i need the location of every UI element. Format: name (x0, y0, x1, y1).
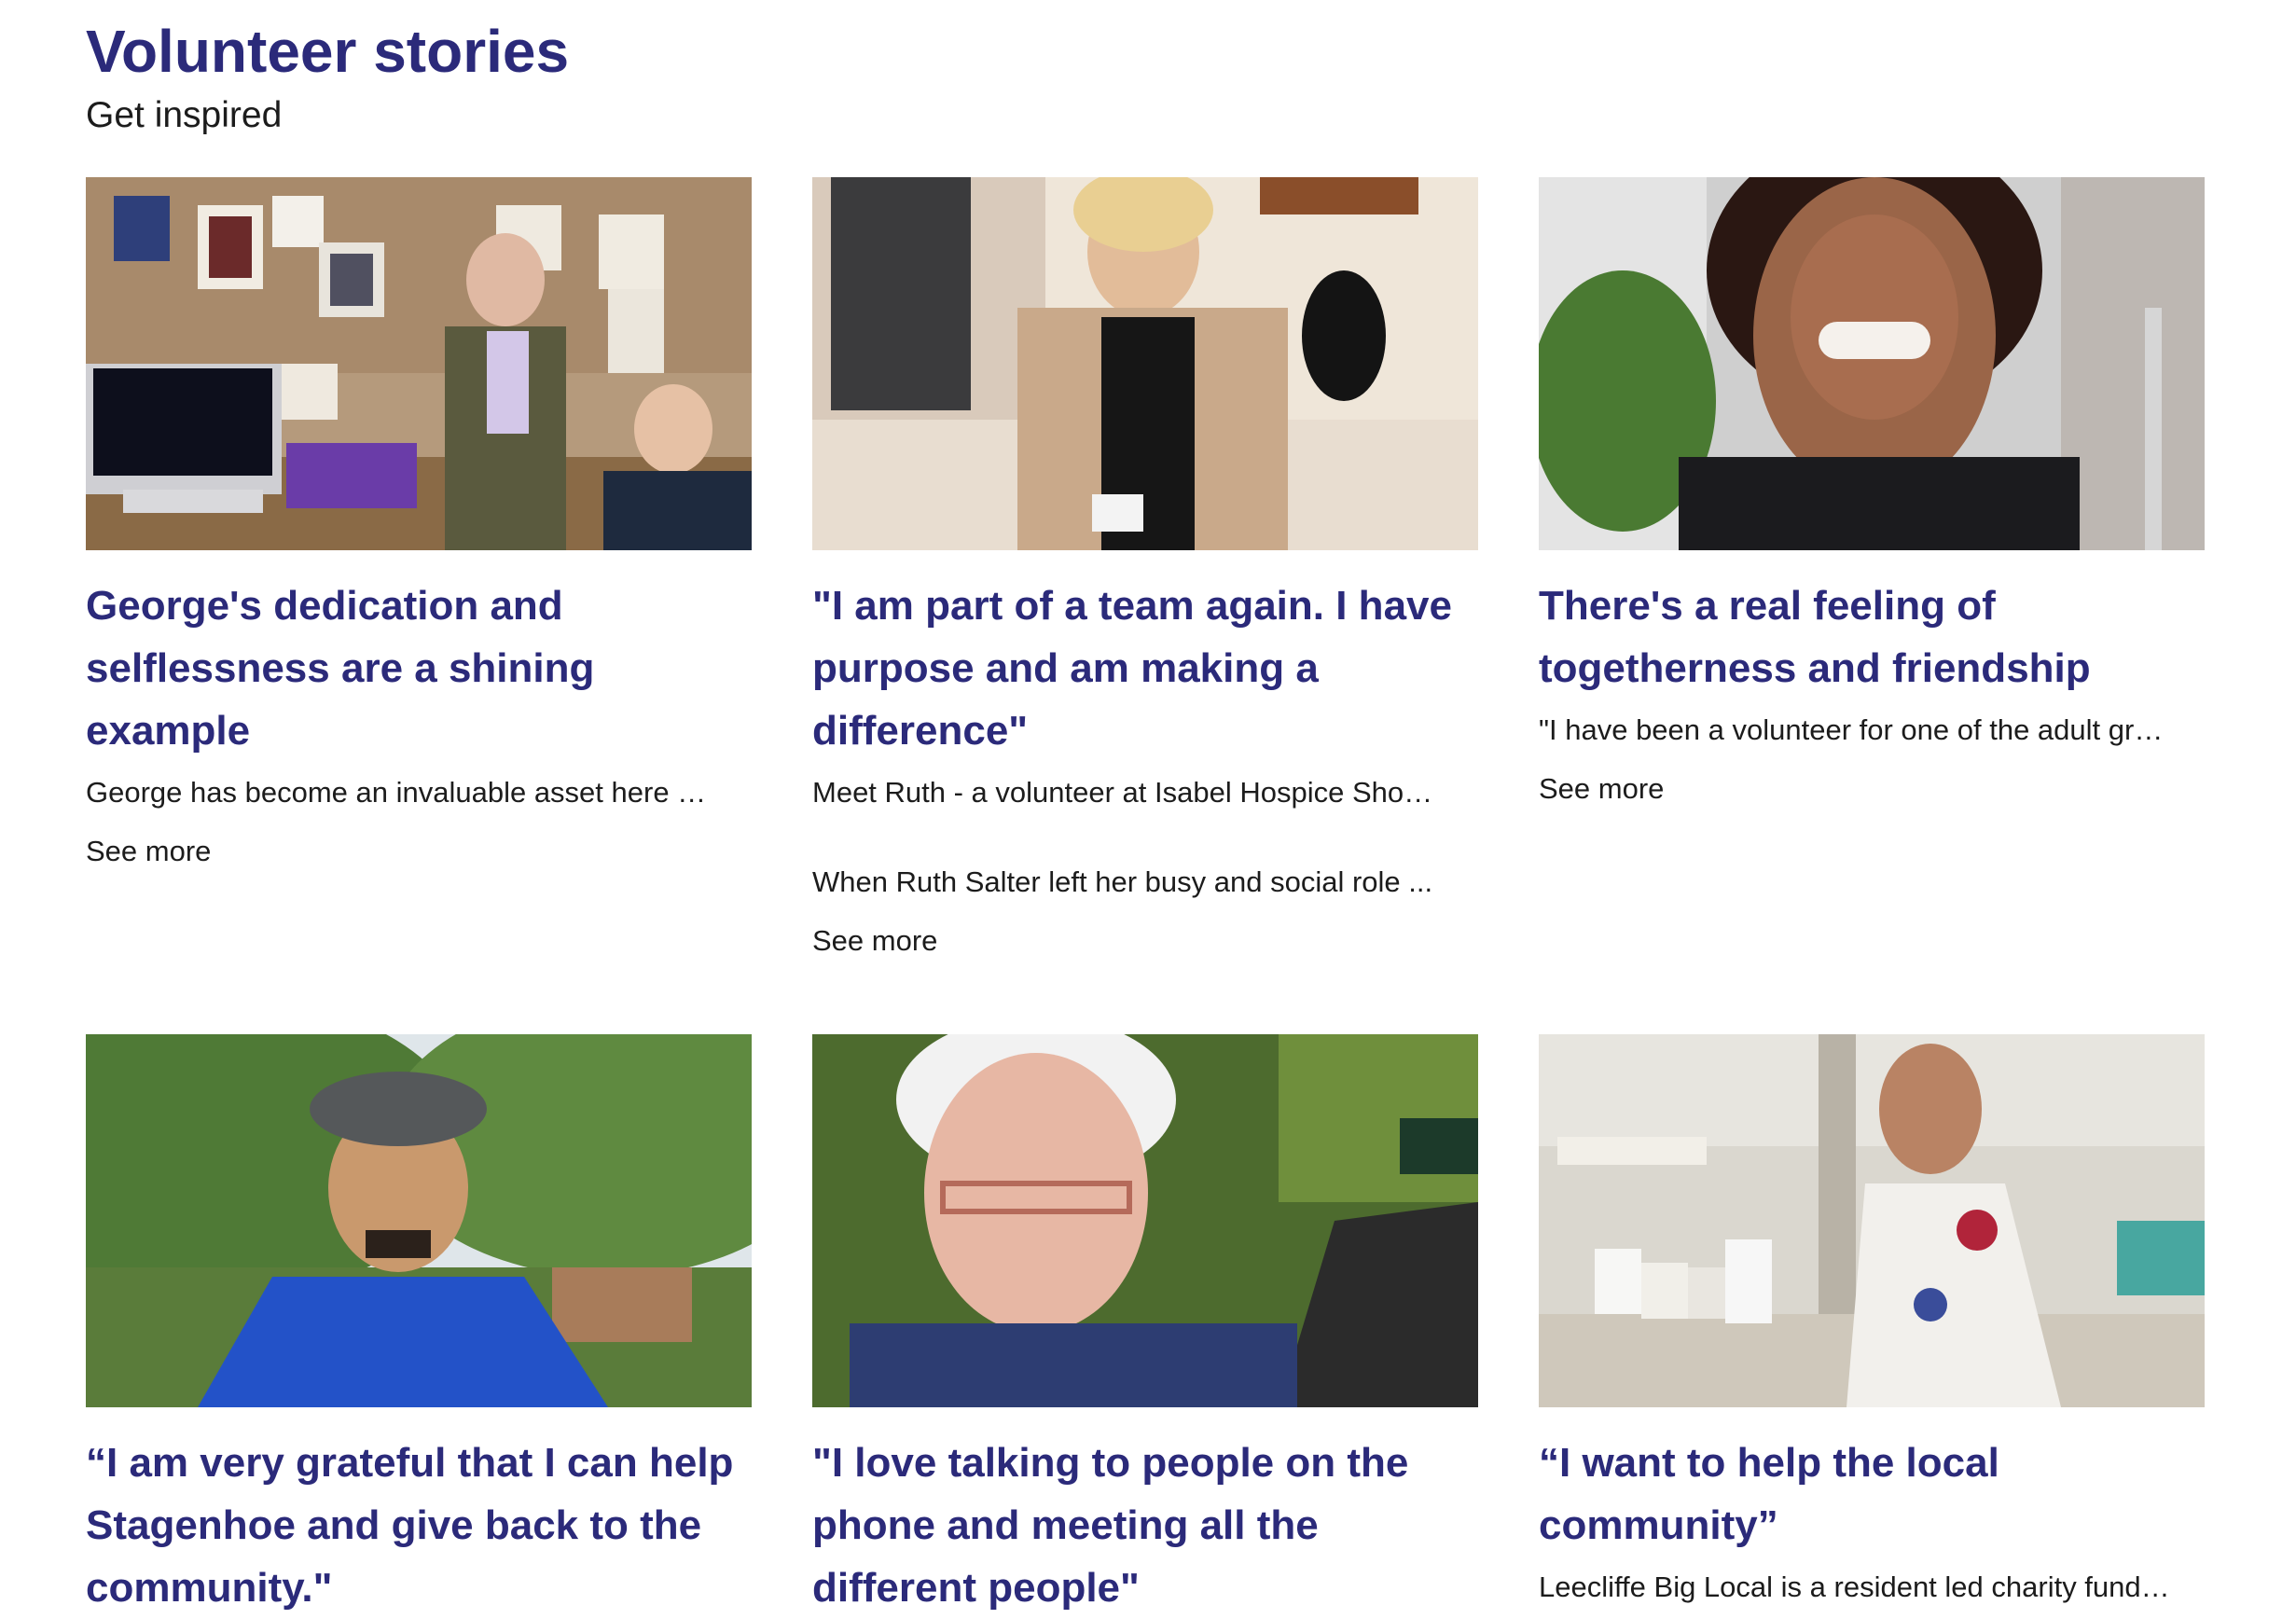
story-card-george: George's dedication and selflessness are… (86, 177, 752, 868)
story-card-ruth: "I am part of a team again. I have purpo… (812, 177, 1478, 958)
story-excerpt: Leecliffe Big Local is a resident led ch… (1539, 1571, 2170, 1603)
story-excerpt: George has become an invaluable asset he… (86, 776, 707, 809)
story-title[interactable]: There's a real feeling of togetherness a… (1539, 574, 2205, 699)
story-card-leecliffe: “I want to help the local community” Lee… (1539, 1034, 2205, 1605)
story-card-togetherness: There's a real feeling of togetherness a… (1539, 177, 2205, 806)
story-card-phone: "I love talking to people on the phone a… (812, 1034, 1478, 1619)
see-more-link[interactable]: See more (812, 924, 937, 958)
see-more-link[interactable]: See more (1539, 772, 1664, 806)
story-title[interactable]: "I am part of a team again. I have purpo… (812, 574, 1478, 762)
story-excerpt: Meet Ruth - a volunteer at Isabel Hospic… (812, 776, 1433, 809)
story-photo-leecliffe[interactable] (1539, 1034, 2205, 1407)
story-excerpt: "I have been a volunteer for one of the … (1539, 713, 2164, 746)
story-title[interactable]: "I love talking to people on the phone a… (812, 1432, 1478, 1619)
story-photo-togetherness[interactable] (1539, 177, 2205, 550)
story-title[interactable]: “I want to help the local community” (1539, 1432, 2205, 1557)
story-title[interactable]: George's dedication and selflessness are… (86, 574, 752, 762)
story-card-stagenhoe: “I am very grateful that I can help Stag… (86, 1034, 752, 1619)
see-more-link[interactable]: See more (86, 835, 211, 868)
story-photo-ruth[interactable] (812, 177, 1478, 550)
story-photo-george[interactable] (86, 177, 752, 550)
story-grid: George's dedication and selflessness are… (86, 0, 2212, 1611)
story-excerpt-secondary: When Ruth Salter left her busy and socia… (812, 865, 1433, 898)
story-photo-stagenhoe[interactable] (86, 1034, 752, 1407)
story-title[interactable]: “I am very grateful that I can help Stag… (86, 1432, 752, 1619)
story-photo-phone[interactable] (812, 1034, 1478, 1407)
